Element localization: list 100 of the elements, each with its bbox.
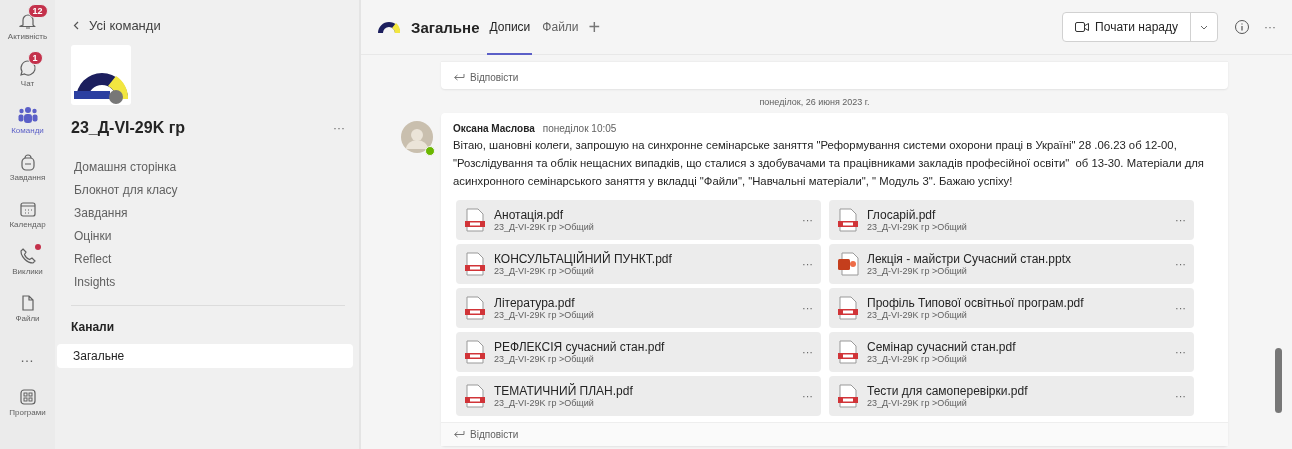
reply-button[interactable]: Відповісти	[453, 66, 519, 89]
channels-heading: Канали	[71, 320, 116, 334]
chevron-left-icon	[73, 21, 79, 30]
file-location: 23_Д-VI-29K гр >Общий	[867, 266, 968, 276]
pdf-file-icon	[464, 252, 486, 276]
channel-tab[interactable]: Дописи	[487, 1, 533, 55]
team-menu-item[interactable]: Reflect	[74, 251, 112, 268]
file-location: 23_Д-VI-29K гр >Общий	[494, 354, 595, 364]
file-name: Література.pdf	[494, 296, 576, 310]
file-name: КОНСУЛЬТАЦІЙНИЙ ПУНКТ.pdf	[494, 252, 673, 266]
pdf-file-icon	[464, 208, 486, 232]
more-options-button[interactable]: ···	[1175, 214, 1186, 226]
file-name: Профіль Типової освітньої програм.pdf	[867, 296, 1085, 310]
info-icon[interactable]	[1234, 19, 1250, 35]
chat-icon	[18, 59, 37, 77]
video-camera-icon	[1075, 22, 1090, 32]
pdf-file-icon	[837, 340, 859, 364]
channel-item[interactable]: Загальне	[57, 344, 353, 368]
file-name: Семінар сучасний стан.pdf	[867, 340, 1017, 354]
file-location: 23_Д-VI-29K гр >Общий	[867, 310, 968, 320]
file-location: 23_Д-VI-29K гр >Общий	[494, 398, 595, 408]
rail-item[interactable]: Файли	[0, 286, 55, 331]
rail-item[interactable]: Завдання	[0, 145, 55, 190]
more-options-button[interactable]: ···	[1175, 302, 1186, 314]
file-name: Лекція - майстри Сучасний стан.pptx	[867, 252, 1072, 266]
team-logo-drawing	[71, 45, 131, 105]
more-options-button[interactable]: ···	[333, 121, 345, 135]
reply-arrow-icon	[453, 430, 465, 439]
file-location: 23_Д-VI-29K гр >Общий	[867, 222, 968, 232]
file-location: 23_Д-VI-29K гр >Общий	[494, 266, 595, 276]
meet-label: Почати нараду	[1095, 20, 1178, 34]
more-options-button[interactable]: ···	[1175, 390, 1186, 402]
message-time: понеділок 10:05	[542, 123, 617, 134]
apps-icon	[18, 388, 37, 406]
backpack-icon	[18, 153, 37, 171]
phone-icon	[18, 247, 37, 265]
people-icon	[17, 106, 38, 124]
channel-title: Загальне	[411, 18, 480, 36]
file-name: Тести для самоперевірки.pdf	[867, 384, 1029, 398]
file-attachment[interactable]: КОНСУЛЬТАЦІЙНИЙ ПУНКТ.pdf 23_Д-VI-29K гр >Общий ···	[456, 244, 821, 284]
rail-item[interactable]: 1 Чат	[0, 51, 55, 96]
add-tab-button[interactable]: +	[588, 15, 601, 39]
file-attachment[interactable]: РЕФЛЕКСІЯ сучасний стан.pdf 23_Д-VI-29K гр >Общий ···	[456, 332, 821, 372]
notification-badge: 1	[27, 51, 43, 65]
bell-icon	[18, 12, 37, 30]
author-name: Оксана Маслова	[453, 123, 535, 134]
team-menu-item[interactable]: Блокнот для класу	[74, 182, 178, 199]
more-options-button[interactable]: ···	[1175, 258, 1186, 270]
file-attachment[interactable]: Семінар сучасний стан.pdf 23_Д-VI-29K гр >Общий ···	[829, 332, 1194, 372]
more-options-button[interactable]: ···	[802, 346, 813, 358]
team-name: 23_Д-VI-29K гр	[71, 119, 186, 137]
file-name: ТЕМАТИЧНИЙ ПЛАН.pdf	[494, 384, 634, 398]
rail-item[interactable]: Календар	[0, 192, 55, 237]
team-menu-item[interactable]: Insights	[74, 274, 116, 291]
file-name: РЕФЛЕКСІЯ сучасний стан.pdf	[494, 340, 666, 354]
file-attachment[interactable]: Анотація.pdf 23_Д-VI-29K гр >Общий ···	[456, 200, 821, 240]
meet-button[interactable]: Почати нараду	[1062, 12, 1218, 42]
file-location: 23_Д-VI-29K гр >Общий	[867, 398, 968, 408]
rail-item[interactable]: Програми	[0, 380, 55, 425]
team-menu-item[interactable]: Завдання	[74, 205, 128, 222]
chevron-down-icon	[1200, 24, 1208, 30]
file-location: 23_Д-VI-29K гр >Общий	[494, 310, 595, 320]
rail-item[interactable]: 12 Активність	[0, 4, 55, 49]
pdf-file-icon	[837, 384, 859, 408]
file-name: Анотація.pdf	[494, 208, 565, 222]
file-location: 23_Д-VI-29K гр >Общий	[867, 354, 968, 364]
pdf-file-icon	[837, 208, 859, 232]
more-options-button[interactable]: ···	[802, 258, 813, 270]
rail-item[interactable]: Команди	[0, 98, 55, 143]
pdf-file-icon	[464, 296, 486, 320]
file-attachment[interactable]: ТЕМАТИЧНИЙ ПЛАН.pdf 23_Д-VI-29K гр >Общий ···	[456, 376, 821, 416]
scrollbar[interactable]	[1275, 348, 1282, 413]
file-attachment[interactable]: Профіль Типової освітньої програм.pdf 23_Д-VI-29K гр >Общий ···	[829, 288, 1194, 328]
file-attachment[interactable]: Глосарій.pdf 23_Д-VI-29K гр >Общий ···	[829, 200, 1194, 240]
message-text: Вітаю, шановні колеги, запрошую на синхронне семінарське заняття "Реформування системи охорони праці в Україні" 28 .06.23 об 12-00, "Розслідування та облік нещасних випадків, що сталися з здобувачами та працівниками закладів професійної освіти" об 13-30. Матеріали для асинхронного семінарського заняття у вкладці "Файли", "Навчальні матеріали", " Модуль 3". Бажаю успіху!	[453, 138, 1205, 189]
more-options-button[interactable]: ···	[802, 390, 813, 402]
pdf-file-icon	[837, 296, 859, 320]
more-options-button[interactable]: ···	[802, 302, 813, 314]
file-attachment[interactable]: Тести для самоперевірки.pdf 23_Д-VI-29K гр >Общий ···	[829, 376, 1194, 416]
file-attachment[interactable]: Лекція - майстри Сучасний стан.pptx 23_Д-VI-29K гр >Общий ···	[829, 244, 1194, 284]
date-divider: понеділок, 26 июня 2023 г.	[759, 97, 870, 107]
notification-badge: 12	[27, 4, 48, 18]
more-options-button[interactable]: ···	[1175, 346, 1186, 358]
reply-arrow-icon	[453, 73, 465, 82]
channel-tab[interactable]: Файли	[540, 1, 581, 55]
more-options-button[interactable]: ···	[1264, 20, 1276, 34]
back-link[interactable]: Усі команди	[73, 18, 161, 33]
rail-item[interactable]: Виклики	[0, 239, 55, 284]
more-options-button[interactable]: ···	[802, 214, 813, 226]
file-attachment[interactable]: Література.pdf 23_Д-VI-29K гр >Общий ···	[456, 288, 821, 328]
presentation-file-icon	[837, 252, 859, 276]
team-menu-item[interactable]: Домашня сторінка	[74, 159, 177, 176]
team-menu-item[interactable]: Оцінки	[74, 228, 112, 245]
pdf-file-icon	[464, 384, 486, 408]
file-name: Глосарій.pdf	[867, 208, 937, 222]
rail-item[interactable]: …	[0, 333, 55, 378]
pdf-file-icon	[464, 340, 486, 364]
calendar-icon	[18, 200, 37, 218]
avatar	[401, 121, 433, 155]
reply-button[interactable]: Відповісти	[453, 423, 519, 446]
